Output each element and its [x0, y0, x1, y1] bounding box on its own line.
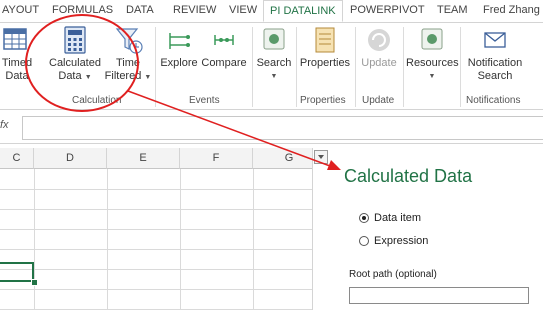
- group-divider: [355, 27, 356, 107]
- column-header-e[interactable]: E: [107, 148, 180, 169]
- properties-label: Properties: [299, 57, 351, 69]
- collapse-pane-button[interactable]: [314, 150, 328, 164]
- tab-page-layout[interactable]: AYOUT: [2, 4, 39, 16]
- spreadsheet-grid[interactable]: C D E F G: [0, 148, 326, 310]
- tab-view[interactable]: VIEW: [229, 4, 257, 16]
- grid-line: [0, 189, 312, 190]
- resources-label: Resources: [406, 57, 459, 69]
- formula-input[interactable]: [22, 116, 543, 140]
- search-label: Search: [256, 57, 292, 69]
- column-header-f[interactable]: F: [180, 148, 253, 169]
- grid-line: [0, 229, 312, 230]
- chevron-down-icon: ▼: [144, 74, 152, 81]
- fill-handle[interactable]: [31, 279, 38, 286]
- tab-powerpivot[interactable]: POWERPIVOT: [350, 4, 425, 16]
- explore-label: Explore: [160, 57, 198, 69]
- notification-search-button[interactable]: Notification Search: [463, 25, 527, 83]
- group-label-update: Update: [362, 95, 395, 106]
- group-label-properties: Properties: [300, 95, 346, 106]
- grid-line: [0, 289, 312, 290]
- selected-cell[interactable]: [0, 262, 34, 282]
- tab-team[interactable]: TEAM: [437, 4, 468, 16]
- notification-label-2: Search: [477, 70, 513, 82]
- compare-button[interactable]: Compare: [200, 25, 248, 70]
- chevron-down-icon: ▼: [270, 73, 278, 80]
- tab-data[interactable]: DATA: [126, 4, 154, 16]
- root-path-label: Root path (optional): [349, 269, 437, 280]
- group-divider: [296, 27, 297, 107]
- radio-data-item[interactable]: [359, 213, 369, 223]
- group-divider: [155, 27, 156, 107]
- explore-button[interactable]: Explore: [159, 25, 199, 70]
- group-divider: [460, 27, 461, 107]
- grid-line: [0, 269, 312, 270]
- root-path-input[interactable]: [349, 287, 529, 304]
- grid-line: [0, 209, 312, 210]
- search-button[interactable]: Search ▼: [255, 25, 293, 83]
- radio-data-item-label[interactable]: Data item: [374, 212, 421, 224]
- column-header-d[interactable]: D: [34, 148, 107, 169]
- annotation-circle: [25, 14, 139, 112]
- user-name[interactable]: Fred Zhang: [483, 4, 540, 16]
- envelope-icon: [484, 32, 506, 48]
- pane-title: Calculated Data: [344, 166, 473, 186]
- grid-line: [0, 249, 312, 250]
- search-icon: [263, 28, 285, 50]
- compare-label: Compare: [201, 57, 247, 69]
- group-label-events: Events: [189, 95, 220, 106]
- properties-button[interactable]: Properties: [298, 25, 352, 70]
- radio-expression-label[interactable]: Expression: [374, 235, 428, 247]
- tab-pi-datalink[interactable]: PI DATALINK: [263, 0, 343, 22]
- group-label-notifications: Notifications: [466, 95, 521, 106]
- group-divider: [252, 27, 253, 107]
- collapse-arrow-icon: [318, 155, 324, 159]
- compare-icon: [214, 35, 234, 45]
- update-button[interactable]: Update: [358, 25, 400, 70]
- resources-button[interactable]: Resources ▼: [406, 25, 459, 83]
- explore-icon: [169, 33, 190, 49]
- update-label: Update: [361, 57, 397, 69]
- notification-label-1: Notification: [467, 57, 523, 69]
- radio-expression[interactable]: [359, 236, 369, 246]
- formula-bar: fx: [0, 113, 543, 144]
- properties-icon: [315, 27, 335, 53]
- tab-review[interactable]: REVIEW: [173, 4, 216, 16]
- refresh-icon: [368, 29, 390, 51]
- chevron-down-icon: ▼: [428, 73, 436, 80]
- resources-icon: [421, 28, 443, 50]
- column-header-c[interactable]: C: [0, 148, 34, 169]
- group-divider: [403, 27, 404, 107]
- fx-icon[interactable]: fx: [0, 119, 9, 131]
